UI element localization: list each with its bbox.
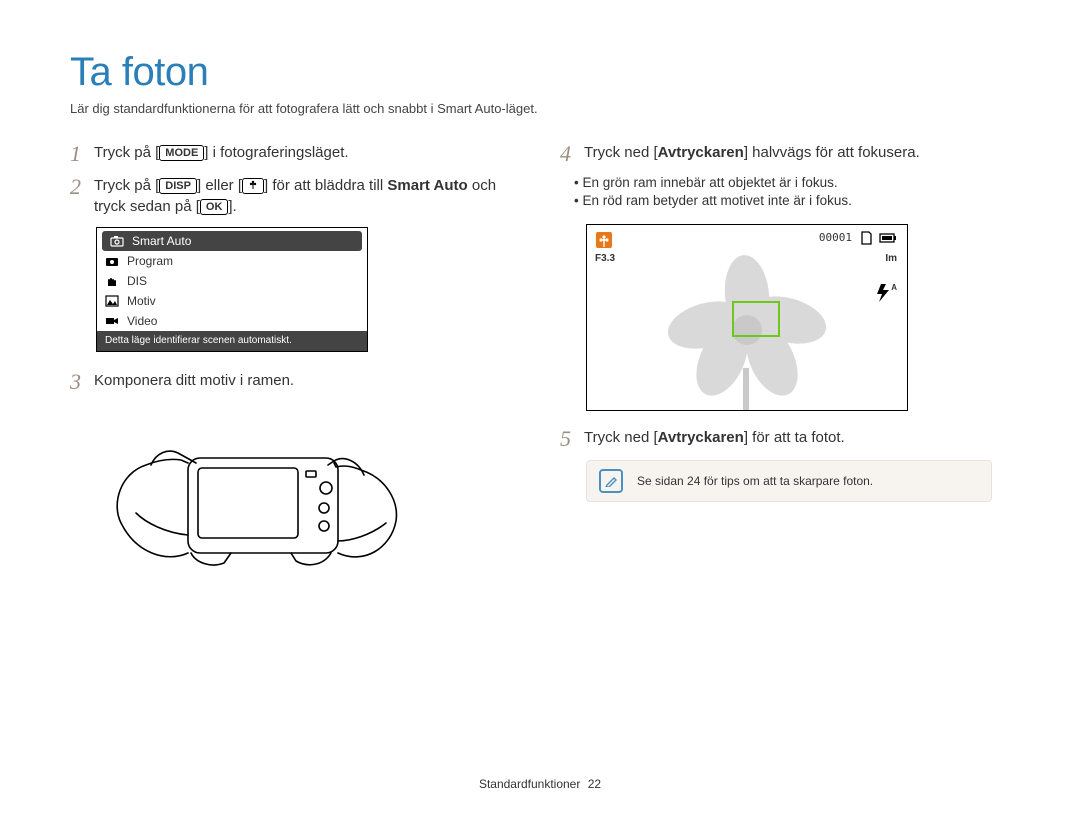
- intro-text: Lär dig standardfunktionerna för att fot…: [70, 101, 1010, 116]
- scene-icon: [105, 295, 119, 307]
- mode-item-label: DIS: [127, 274, 147, 288]
- camera-p-icon: [105, 255, 119, 267]
- footer-section: Standardfunktioner: [479, 777, 580, 791]
- aperture-readout: F3.3: [595, 253, 615, 264]
- left-column: 1 Tryck på [MODE] i fotograferingsläget.…: [70, 142, 520, 598]
- mode-item-label: Motiv: [127, 294, 156, 308]
- step-text: Komponera ditt motiv i ramen.: [94, 370, 520, 393]
- mode-description: Detta läge identifierar scenen automatis…: [97, 331, 367, 351]
- focus-frame: [732, 301, 780, 337]
- step-number: 4: [560, 142, 584, 165]
- step-1: 1 Tryck på [MODE] i fotograferingsläget.: [70, 142, 520, 165]
- shutter-label: Avtryckaren: [658, 144, 744, 161]
- step-4: 4 Tryck ned [Avtryckaren] halvvägs för a…: [560, 142, 1010, 165]
- image-size-readout: Im: [885, 253, 897, 264]
- video-icon: [105, 315, 119, 327]
- disp-button-label: DISP: [159, 178, 197, 194]
- step-2: 2 Tryck på [DISP] eller [ ] för att bläd…: [70, 175, 520, 217]
- tip-text: Se sidan 24 för tips om att ta skarpare …: [637, 474, 873, 488]
- smart-auto-label: Smart Auto: [387, 177, 467, 194]
- text: Tryck ned [: [584, 429, 658, 446]
- text: ] eller [: [197, 177, 242, 194]
- mode-item-label: Video: [127, 314, 157, 328]
- text: ] för att bläddra till: [264, 177, 387, 194]
- right-column: 4 Tryck ned [Avtryckaren] halvvägs för a…: [560, 142, 1010, 598]
- flash-readout: A: [875, 283, 897, 303]
- mode-item-label: Program: [127, 254, 173, 268]
- tip-box: Se sidan 24 för tips om att ta skarpare …: [586, 460, 992, 502]
- text: Tryck på [: [94, 144, 159, 161]
- mode-button-label: MODE: [159, 145, 204, 161]
- macro-button-label: [242, 178, 264, 194]
- page-title: Ta foton: [70, 50, 1010, 95]
- mode-item-smart-auto: Smart Auto: [102, 231, 362, 251]
- step-number: 1: [70, 142, 94, 165]
- step-5: 5 Tryck ned [Avtryckaren] för att ta fot…: [560, 427, 1010, 450]
- text: Tryck på [: [94, 177, 159, 194]
- flower-icon: [248, 179, 258, 189]
- shot-counter: 00001: [819, 231, 852, 244]
- battery-icon: [879, 231, 897, 249]
- mode-item-dis: DIS: [97, 271, 367, 291]
- text: ] för att ta fotot.: [744, 429, 845, 446]
- camera-illustration: [96, 403, 401, 598]
- ok-button-label: OK: [200, 199, 229, 215]
- mode-item-label: Smart Auto: [132, 234, 191, 248]
- mode-item-program: Program: [97, 251, 367, 271]
- step-number: 2: [70, 175, 94, 217]
- mode-item-motiv: Motiv: [97, 291, 367, 311]
- bullet: En grön ram innebär att objektet är i fo…: [574, 175, 1010, 190]
- mode-menu: Smart Auto Program DIS Motiv Video: [96, 227, 368, 352]
- focus-notes: En grön ram innebär att objektet är i fo…: [560, 175, 1010, 208]
- camera-auto-icon: [110, 235, 124, 247]
- shutter-label: Avtryckaren: [658, 429, 744, 446]
- mode-item-video: Video: [97, 311, 367, 331]
- page-footer: Standardfunktioner 22: [0, 777, 1080, 791]
- footer-page-number: 22: [588, 777, 601, 791]
- text: ].: [228, 198, 236, 215]
- macro-icon: [595, 231, 613, 254]
- text: ] i fotograferingsläget.: [204, 144, 348, 161]
- card-icon: [859, 231, 873, 250]
- step-number: 3: [70, 370, 94, 393]
- bullet: En röd ram betyder att motivet inte är i…: [574, 193, 1010, 208]
- camera-preview: F3.3 00001 Im A: [586, 224, 908, 411]
- hand-icon: [105, 275, 119, 287]
- text: ] halvvägs för att fokusera.: [744, 144, 920, 161]
- step-3: 3 Komponera ditt motiv i ramen.: [70, 370, 520, 393]
- note-icon: [599, 469, 623, 493]
- step-number: 5: [560, 427, 584, 450]
- text: Tryck ned [: [584, 144, 658, 161]
